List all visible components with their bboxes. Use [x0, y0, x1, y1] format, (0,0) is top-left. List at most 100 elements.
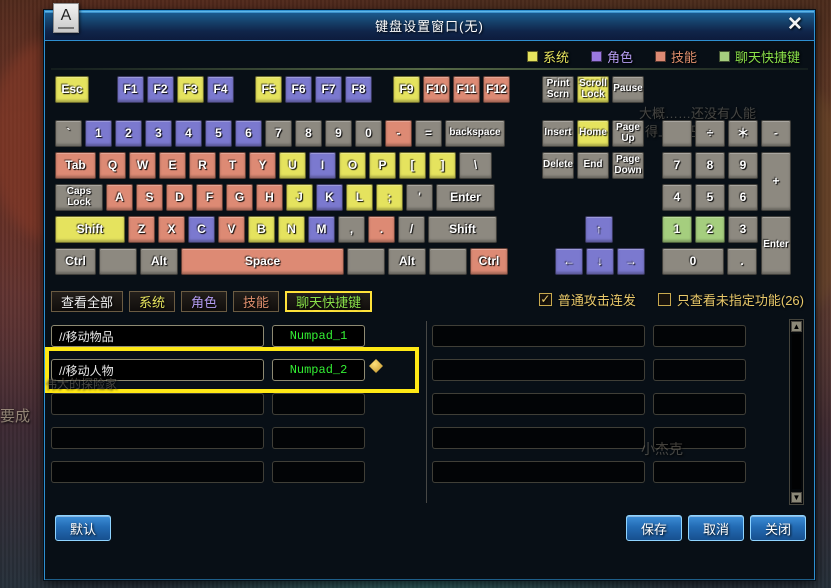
key-x[interactable]: ÷: [695, 120, 725, 147]
key-shift[interactable]: Shift: [428, 216, 497, 243]
binding-row[interactable]: [51, 455, 419, 489]
key-3[interactable]: 3: [728, 216, 758, 243]
key-shift[interactable]: Shift: [55, 216, 125, 243]
key-f3[interactable]: F3: [177, 76, 204, 103]
key-insert[interactable]: Insert: [542, 120, 574, 147]
key-q[interactable]: Q: [99, 152, 126, 179]
key-x[interactable]: ;: [376, 184, 403, 211]
binding-key-field[interactable]: Numpad_2: [272, 359, 365, 381]
key-caps-lock[interactable]: Caps Lock: [55, 184, 103, 211]
tab-1[interactable]: 系统: [129, 290, 176, 312]
key-x[interactable]: ←: [555, 248, 583, 275]
key-alt[interactable]: Alt: [140, 248, 178, 275]
gem-icon[interactable]: [369, 359, 383, 373]
key-x[interactable]: ＊: [728, 120, 758, 147]
binding-row[interactable]: [432, 455, 800, 489]
key-c[interactable]: C: [188, 216, 215, 243]
key-v[interactable]: V: [218, 216, 245, 243]
key-blank[interactable]: [662, 120, 692, 147]
key-delete[interactable]: Delete: [542, 152, 574, 179]
key-f[interactable]: F: [196, 184, 223, 211]
binding-row[interactable]: //移动人物 Numpad_2: [45, 347, 419, 393]
key-0[interactable]: 0: [662, 248, 724, 275]
binding-row[interactable]: [432, 353, 800, 387]
binding-name-field[interactable]: //移动人物: [51, 359, 264, 381]
close-icon[interactable]: ✕: [784, 14, 806, 36]
key-x[interactable]: .: [727, 248, 757, 275]
scroll-down-icon[interactable]: ▼: [791, 492, 802, 503]
binding-key-field[interactable]: [653, 393, 746, 415]
key-g[interactable]: G: [226, 184, 253, 211]
list-scrollbar[interactable]: ▲ ▼: [789, 319, 804, 505]
cancel-button[interactable]: 取消: [688, 515, 744, 541]
tab-3[interactable]: 技能: [233, 290, 280, 312]
checkbox-0[interactable]: ✓ 普通攻击连发: [538, 290, 636, 309]
key-m[interactable]: M: [308, 216, 335, 243]
key-9[interactable]: 9: [325, 120, 352, 147]
checkbox-box-1[interactable]: [657, 293, 671, 306]
binding-name-field[interactable]: [51, 427, 264, 449]
key-blank[interactable]: [99, 248, 137, 275]
key-space[interactable]: Space: [181, 248, 344, 275]
key-enter[interactable]: Enter: [436, 184, 495, 211]
binding-name-field[interactable]: [51, 393, 264, 415]
key-5[interactable]: 5: [205, 120, 232, 147]
key-backspace[interactable]: backspace: [445, 120, 505, 147]
key-print-scrn[interactable]: Print Scrn: [542, 76, 574, 103]
key-h[interactable]: H: [256, 184, 283, 211]
key-f8[interactable]: F8: [345, 76, 372, 103]
binding-row[interactable]: [51, 387, 419, 421]
binding-row[interactable]: [432, 319, 800, 353]
key-f2[interactable]: F2: [147, 76, 174, 103]
scrollbar-thumb[interactable]: [792, 334, 801, 489]
key-x[interactable]: =: [415, 120, 442, 147]
key-x[interactable]: +: [761, 152, 791, 211]
key-home[interactable]: Home: [577, 120, 609, 147]
key--[interactable]: -: [385, 120, 412, 147]
binding-key-field[interactable]: [653, 461, 746, 483]
binding-key-field[interactable]: Numpad_1: [272, 325, 365, 347]
binding-key-field[interactable]: [272, 461, 365, 483]
key-x[interactable]: [: [399, 152, 426, 179]
binding-key-field[interactable]: [653, 325, 746, 347]
key-blank[interactable]: [429, 248, 467, 275]
binding-name-field[interactable]: //移动物品: [51, 325, 264, 347]
key-f5[interactable]: F5: [255, 76, 282, 103]
key-ctrl[interactable]: Ctrl: [55, 248, 96, 275]
binding-name-field[interactable]: [432, 359, 645, 381]
key-t[interactable]: T: [219, 152, 246, 179]
key-x[interactable]: ]: [429, 152, 456, 179]
key-a[interactable]: A: [106, 184, 133, 211]
key-8[interactable]: 8: [695, 152, 725, 179]
save-button[interactable]: 保存: [626, 515, 682, 541]
key-y[interactable]: Y: [249, 152, 276, 179]
key-x[interactable]: ': [406, 184, 433, 211]
key-pause[interactable]: Pause: [612, 76, 644, 103]
key-x[interactable]: /: [398, 216, 425, 243]
key-k[interactable]: K: [316, 184, 343, 211]
key-scroll-lock[interactable]: Scroll Lock: [577, 76, 609, 103]
key-0[interactable]: 0: [355, 120, 382, 147]
close-button[interactable]: 关闭: [750, 515, 806, 541]
key-end[interactable]: End: [577, 152, 609, 179]
key-ctrl[interactable]: Ctrl: [470, 248, 508, 275]
key-r[interactable]: R: [189, 152, 216, 179]
key-p[interactable]: P: [369, 152, 396, 179]
key-5[interactable]: 5: [695, 184, 725, 211]
key-1[interactable]: 1: [662, 216, 692, 243]
binding-row[interactable]: //移动物品 Numpad_1: [51, 319, 419, 353]
key-f10[interactable]: F10: [423, 76, 450, 103]
key-blank[interactable]: [347, 248, 385, 275]
key-x[interactable]: →: [617, 248, 645, 275]
key-8[interactable]: 8: [295, 120, 322, 147]
key-7[interactable]: 7: [662, 152, 692, 179]
key-z[interactable]: Z: [128, 216, 155, 243]
key-u[interactable]: U: [279, 152, 306, 179]
key-4[interactable]: 4: [662, 184, 692, 211]
key-6[interactable]: 6: [235, 120, 262, 147]
key-x[interactable]: .: [368, 216, 395, 243]
binding-row[interactable]: [432, 421, 800, 455]
tab-4[interactable]: 聊天快捷键: [285, 290, 373, 312]
binding-name-field[interactable]: [432, 325, 645, 347]
key-x[interactable]: ,: [338, 216, 365, 243]
